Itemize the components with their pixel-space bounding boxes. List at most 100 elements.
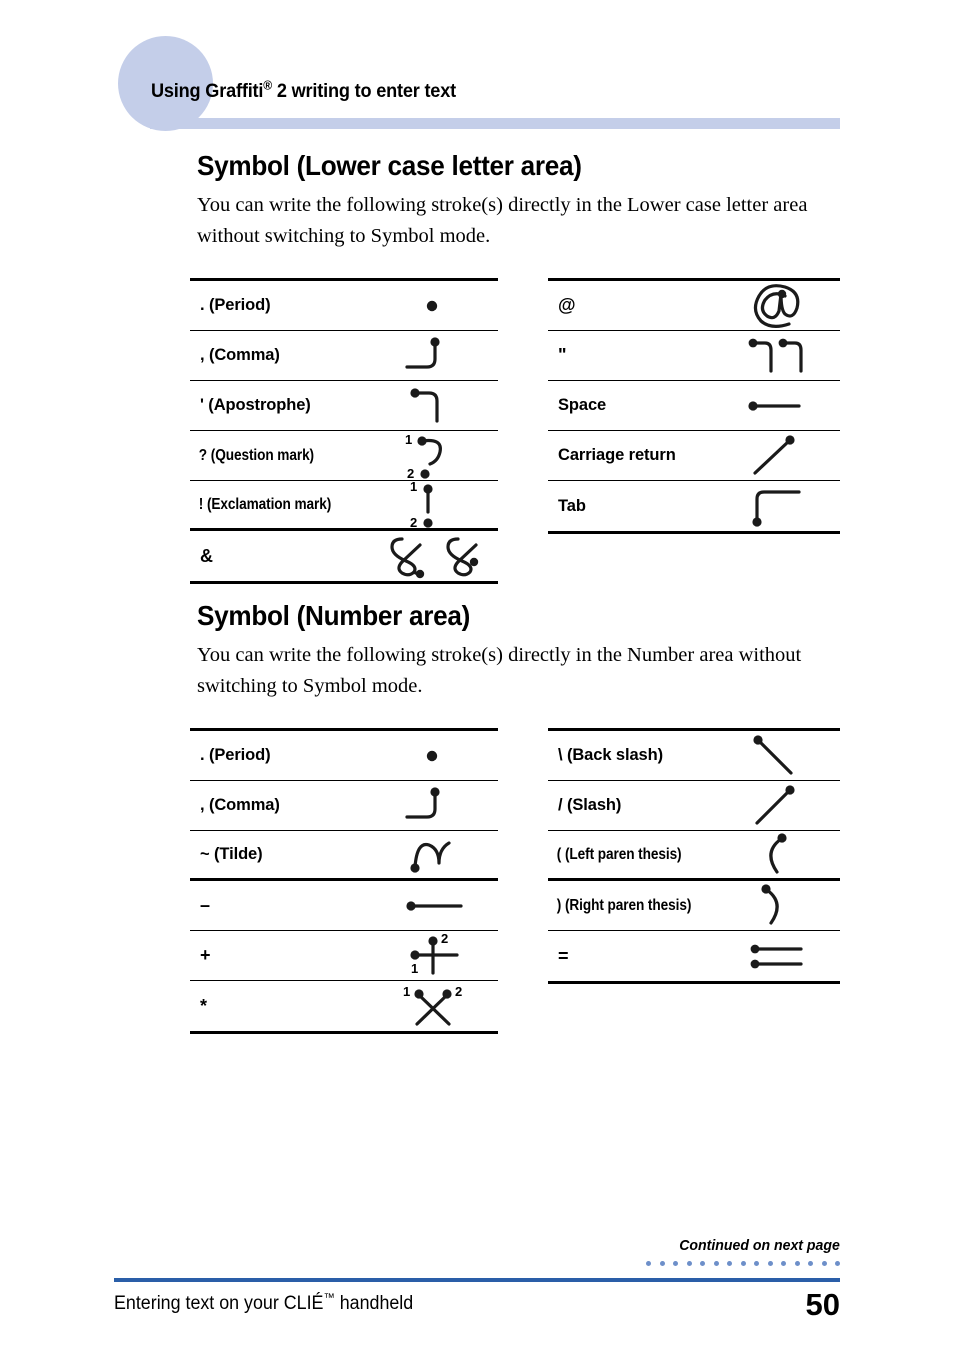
stroke-row: –: [190, 881, 498, 931]
stroke-row: ~ (Tilde): [190, 831, 498, 881]
stroke-row: , (Comma): [190, 331, 498, 381]
stroke-row: / (Slash): [548, 781, 840, 831]
stroke-label: / (Slash): [558, 796, 622, 814]
stroke-label: ! (Exclamation mark): [198, 495, 332, 513]
stroke-glyph-backslash-icon: [714, 732, 834, 780]
stroke-label: , (Comma): [200, 346, 280, 364]
stroke-glyph-tab-icon: [714, 482, 834, 530]
stroke-glyph-tilde-icon: [372, 831, 492, 879]
stroke-row: ' (Apostrophe): [190, 381, 498, 431]
stroke-label: @: [558, 295, 576, 315]
header-divider-bar: [150, 118, 840, 129]
stroke-glyph-period-icon: [372, 282, 492, 330]
svg-text:2: 2: [455, 984, 462, 999]
stroke-label: Carriage return: [558, 446, 676, 464]
stroke-label: ( (Left paren thesis): [556, 845, 682, 863]
header-title-pre: Using Graffiti: [151, 80, 264, 102]
footer-dot: [713, 1261, 719, 1266]
stroke-row: Carriage return: [548, 431, 840, 481]
svg-text:2: 2: [441, 931, 448, 946]
svg-text:1: 1: [405, 432, 412, 447]
stroke-glyph-quote-icon: [714, 332, 834, 380]
section-lower-case: Symbol (Lower case letter area) You can …: [197, 150, 842, 252]
footer-dot: [740, 1261, 746, 1266]
stroke-table-right: \ (Back slash) / (Slash) ( (Left paren the…: [548, 728, 840, 984]
footer-dot: [686, 1261, 692, 1266]
section-2-heading: Symbol (Number area): [197, 600, 471, 631]
stroke-label: \ (Back slash): [558, 746, 663, 764]
footer-dot-decoration: [646, 1261, 840, 1266]
stroke-label: *: [200, 995, 207, 1016]
footer-dot: [794, 1261, 800, 1266]
stroke-table-left: . (Period), (Comma) ~ (Tilde) – +1 2 * 1 2: [190, 728, 498, 1034]
stroke-row: @: [548, 281, 840, 331]
stroke-label: –: [200, 895, 210, 915]
page-header: Using Graffiti® 2 writing to enter text: [0, 0, 954, 135]
footer-dot: [754, 1261, 759, 1266]
footer-dot: [727, 1261, 732, 1266]
stroke-glyph-comma-icon: [372, 332, 492, 380]
stroke-label: +: [200, 945, 211, 965]
header-title-post: 2 writing to enter text: [272, 80, 456, 102]
stroke-label: , (Comma): [200, 796, 280, 814]
stroke-glyph-apostrophe-icon: [372, 382, 492, 430]
stroke-glyph-slash-icon: [714, 782, 834, 830]
stroke-glyph-asterisk-icon: 12: [372, 982, 492, 1030]
footer-text-pre: Entering text on your CLIÉ: [114, 1293, 324, 1314]
stroke-label: ' (Apostrophe): [200, 396, 311, 414]
svg-text:1: 1: [410, 479, 417, 494]
footer-dot: [808, 1261, 813, 1266]
footer-dot: [646, 1261, 651, 1266]
stroke-row: . (Period): [190, 731, 498, 781]
stroke-row: \ (Back slash): [548, 731, 840, 781]
stroke-row: , (Comma): [190, 781, 498, 831]
footer-dot: [659, 1261, 665, 1266]
stroke-row: ) (Right paren thesis): [548, 881, 840, 931]
stroke-row: ? (Question mark) 1 2: [190, 431, 498, 481]
stroke-row: Tab: [548, 481, 840, 531]
stroke-glyph-dash-icon: [372, 882, 492, 930]
stroke-row: ! (Exclamation mark) 1 2: [190, 479, 498, 531]
section-2-body: You can write the following stroke(s) di…: [197, 644, 802, 697]
svg-text:2: 2: [410, 515, 417, 530]
registered-trademark-icon: ®: [263, 77, 273, 93]
footer-text-post: handheld: [334, 1293, 414, 1314]
footer-dot: [835, 1261, 840, 1266]
stroke-row: &: [190, 531, 498, 581]
page-footer: Continued on next page Entering text on …: [0, 1225, 954, 1352]
stroke-glyph-plus-icon: 12: [372, 931, 492, 980]
stroke-glyph-space-icon: [714, 382, 834, 430]
stroke-glyph-rparen-icon: [714, 882, 834, 930]
stroke-label: ) (Right paren thesis): [556, 896, 692, 914]
stroke-row: . (Period): [190, 281, 498, 331]
stroke-glyph-comma-icon: [372, 782, 492, 830]
stroke-label: ": [558, 345, 567, 365]
svg-text:1: 1: [403, 984, 410, 999]
stroke-row: +1 2: [190, 931, 498, 981]
stroke-glyph-exclamation-icon: 12: [372, 479, 492, 530]
header-title: Using Graffiti® 2 writing to enter text: [151, 77, 456, 103]
footer-dot: [673, 1261, 678, 1266]
stroke-label: =: [558, 945, 569, 966]
stroke-label: Space: [558, 396, 607, 414]
footer-dot: [821, 1261, 827, 1266]
stroke-label: . (Period): [200, 746, 271, 764]
stroke-row: Space: [548, 381, 840, 431]
stroke-row: ": [548, 331, 840, 381]
stroke-label: Tab: [558, 496, 586, 515]
stroke-row: =: [548, 931, 840, 981]
stroke-glyph-period-icon: [372, 732, 492, 780]
trademark-icon: ™: [323, 1290, 335, 1305]
section-1-heading: Symbol (Lower case letter area): [197, 150, 582, 181]
stroke-glyph-question-icon: 12: [372, 432, 492, 481]
section-number-area: Symbol (Number area) You can write the f…: [197, 600, 842, 702]
section-1-body: You can write the following stroke(s) di…: [197, 194, 808, 247]
stroke-glyph-carriage-return-icon: [714, 432, 834, 480]
page-number: 50: [805, 1287, 840, 1322]
stroke-label: . (Period): [200, 296, 271, 314]
footer-rule: [114, 1278, 840, 1282]
footer-dot: [781, 1261, 786, 1266]
footer-dot: [700, 1261, 705, 1266]
stroke-table-right: @ " Space Carriage return Tab: [548, 278, 840, 534]
stroke-label: &: [200, 545, 213, 566]
